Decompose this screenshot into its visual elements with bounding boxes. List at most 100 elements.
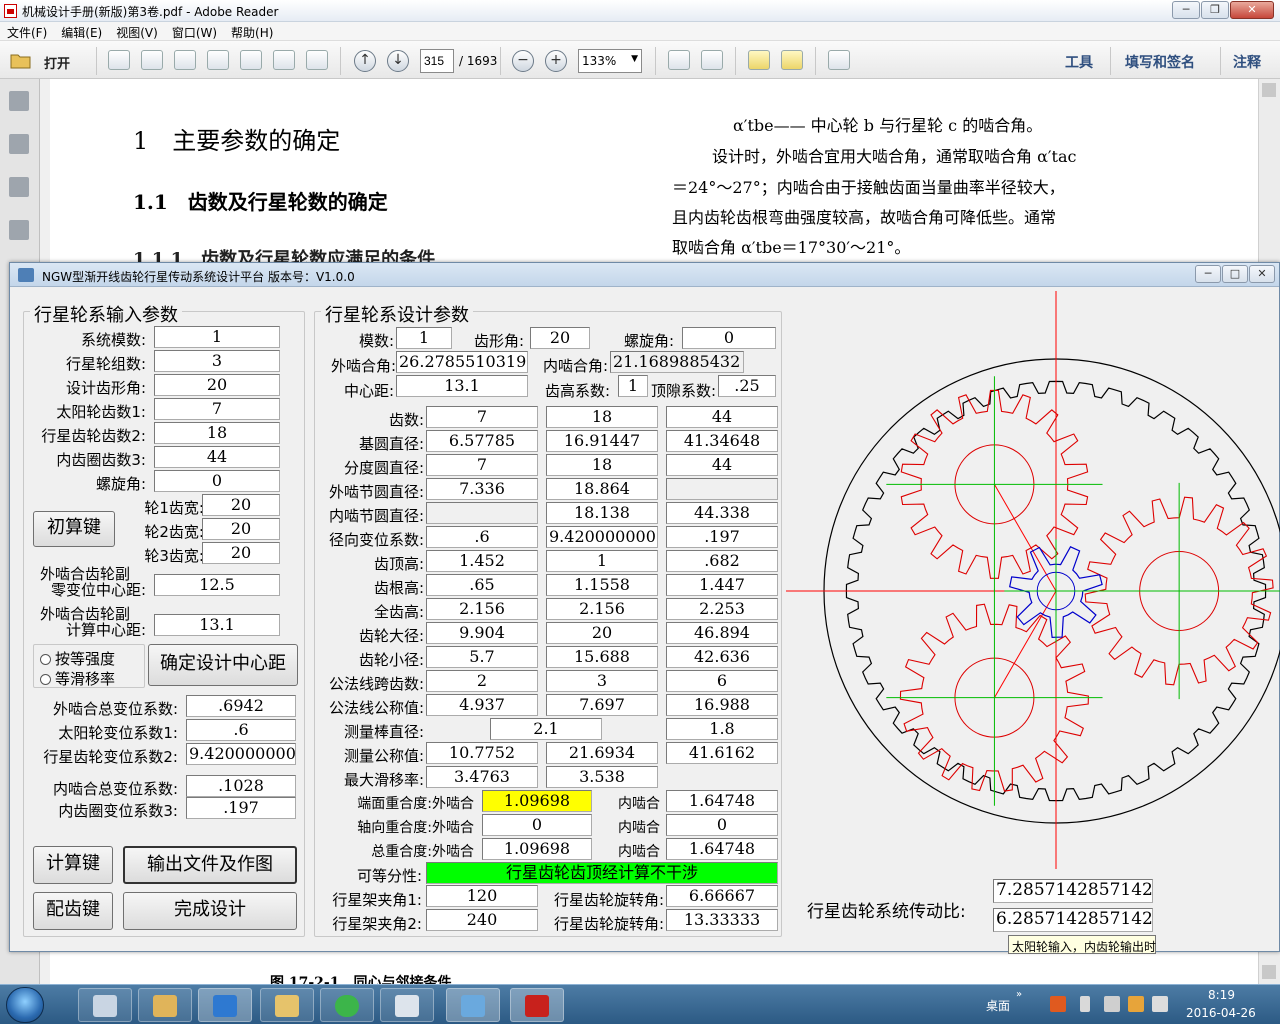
- menu-edit[interactable]: 编辑(E): [54, 22, 109, 40]
- upload-cloud-icon[interactable]: [207, 50, 229, 70]
- table-cell[interactable]: 18: [546, 406, 658, 428]
- highlight-pen-icon[interactable]: [781, 50, 803, 70]
- combine-pdf-icon[interactable]: [141, 50, 163, 70]
- ratio-int-field[interactable]: 0: [666, 814, 778, 836]
- input-field[interactable]: 3: [154, 350, 280, 372]
- init-calc-button[interactable]: 初算键: [33, 511, 115, 547]
- table-cell[interactable]: 1: [546, 550, 658, 572]
- design-field[interactable]: 26.2785510319: [396, 351, 528, 373]
- design-field[interactable]: 21.1689885432: [610, 351, 744, 373]
- design-field[interactable]: 20: [530, 327, 590, 349]
- table-cell[interactable]: 46.894: [666, 622, 778, 644]
- fit-width-icon[interactable]: [701, 50, 723, 70]
- create-pdf-icon[interactable]: [108, 50, 130, 70]
- table-cell[interactable]: 7.336: [426, 478, 538, 500]
- calc-button[interactable]: 计算键: [33, 846, 113, 884]
- table-cell[interactable]: 1.1558: [546, 574, 658, 596]
- tools-link[interactable]: 工具: [1065, 52, 1093, 72]
- table-cell[interactable]: .682: [666, 550, 778, 572]
- design-field[interactable]: 1: [396, 327, 452, 349]
- fit-page-icon[interactable]: [668, 50, 690, 70]
- zoom-out-icon[interactable]: −: [512, 50, 534, 72]
- menu-view[interactable]: 视图(V): [109, 22, 165, 40]
- table-cell[interactable]: 3: [546, 670, 658, 692]
- table-cell[interactable]: 42.636: [666, 646, 778, 668]
- rod-field[interactable]: 1.8: [666, 718, 778, 740]
- save-icon[interactable]: [240, 50, 262, 70]
- table-cell[interactable]: 16.91447: [546, 430, 658, 452]
- table-cell[interactable]: 16.988: [666, 694, 778, 716]
- email-icon[interactable]: [306, 50, 328, 70]
- rod-field[interactable]: 2.1: [490, 718, 602, 740]
- maximize-icon[interactable]: □: [1222, 265, 1248, 283]
- slip-field[interactable]: 3.538: [546, 766, 658, 788]
- ratio-int-field[interactable]: 1.64748: [666, 838, 778, 860]
- open-folder-icon[interactable]: [10, 50, 32, 70]
- table-cell[interactable]: 6: [666, 670, 778, 692]
- design-field[interactable]: .25: [718, 375, 776, 397]
- taskbar-explorer[interactable]: [260, 988, 314, 1022]
- pages-icon[interactable]: [9, 91, 29, 111]
- taskbar-adobe-reader[interactable]: [510, 988, 564, 1022]
- table-cell[interactable]: 2.156: [546, 598, 658, 620]
- width-field[interactable]: 20: [202, 494, 280, 516]
- table-cell[interactable]: 2.156: [426, 598, 538, 620]
- table-cell[interactable]: .197: [666, 526, 778, 548]
- comment-bubble-icon[interactable]: [748, 50, 770, 70]
- measure-field[interactable]: 10.7752: [426, 742, 538, 764]
- taskbar-gear-app[interactable]: [446, 988, 500, 1022]
- match-teeth-button[interactable]: 配齿键: [33, 892, 113, 930]
- table-cell[interactable]: .6: [426, 526, 538, 548]
- restore-icon[interactable]: ❐: [1201, 1, 1229, 19]
- table-cell[interactable]: 18: [546, 454, 658, 476]
- start-button[interactable]: [6, 987, 44, 1023]
- ratio-value-2[interactable]: 6.285714285714286: [993, 908, 1153, 932]
- shift-field[interactable]: .6942: [186, 695, 296, 717]
- slip-field[interactable]: 3.4763: [426, 766, 538, 788]
- taskbar-paint[interactable]: [138, 988, 192, 1022]
- design-field[interactable]: 1: [618, 375, 648, 397]
- measure-field[interactable]: 21.6934: [546, 742, 658, 764]
- ratio-ext-field[interactable]: 1.09698: [482, 838, 592, 860]
- table-cell[interactable]: 44: [666, 406, 778, 428]
- table-cell[interactable]: 15.688: [546, 646, 658, 668]
- table-cell[interactable]: 7: [426, 454, 538, 476]
- measure-field[interactable]: 41.6162: [666, 742, 778, 764]
- scroll-up-icon[interactable]: [1262, 83, 1276, 97]
- menu-file[interactable]: 文件(F): [0, 22, 54, 40]
- shift-field[interactable]: 9.420000000: [186, 743, 296, 765]
- next-page-icon[interactable]: ↓: [387, 50, 409, 72]
- table-cell[interactable]: 2: [426, 670, 538, 692]
- table-cell[interactable]: 9.420000000: [546, 526, 658, 548]
- tray-arrow-icon[interactable]: [1080, 996, 1090, 1012]
- chevron-icon[interactable]: »: [1016, 989, 1022, 1000]
- taskbar-browser[interactable]: [320, 988, 374, 1022]
- ratio-ext-field[interactable]: 0: [482, 814, 592, 836]
- shift-field[interactable]: .1028: [186, 775, 296, 797]
- table-cell[interactable]: 1.452: [426, 550, 538, 572]
- clock-time[interactable]: 8:19: [1208, 988, 1235, 1002]
- shift-field[interactable]: .197: [186, 797, 296, 819]
- table-cell[interactable]: .65: [426, 574, 538, 596]
- bookmark-icon[interactable]: [9, 134, 29, 154]
- rotation-field[interactable]: 13.33333: [666, 909, 778, 931]
- taskbar-app-swirl[interactable]: [198, 988, 252, 1022]
- tray-volume-icon[interactable]: [1152, 996, 1168, 1012]
- table-cell[interactable]: 44.338: [666, 502, 778, 524]
- finish-design-button[interactable]: 完成设计: [123, 892, 297, 930]
- table-cell[interactable]: 41.34648: [666, 430, 778, 452]
- previous-page-icon[interactable]: ↑: [354, 50, 376, 72]
- expand-icon[interactable]: [828, 50, 850, 70]
- tray-ime-icon[interactable]: [1050, 996, 1066, 1012]
- table-cell[interactable]: 9.904: [426, 622, 538, 644]
- minimize-icon[interactable]: ─: [1172, 1, 1200, 19]
- table-cell[interactable]: 7: [426, 406, 538, 428]
- menu-help[interactable]: 帮助(H): [224, 22, 280, 40]
- input-field[interactable]: 18: [154, 422, 280, 444]
- layers-icon[interactable]: [9, 220, 29, 240]
- input-field[interactable]: 0: [154, 470, 280, 492]
- close-icon[interactable]: ✕: [1230, 1, 1274, 19]
- table-cell[interactable]: 1.447: [666, 574, 778, 596]
- table-cell[interactable]: 2.253: [666, 598, 778, 620]
- carrier-field[interactable]: 120: [426, 885, 538, 907]
